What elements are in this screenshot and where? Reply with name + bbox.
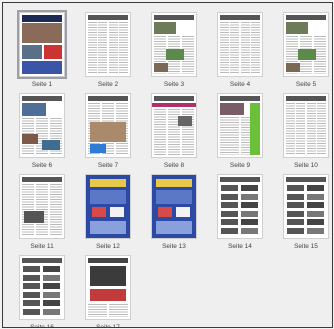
page-preview-image bbox=[284, 175, 328, 238]
page-preview-image bbox=[218, 13, 262, 76]
page-thumbnail[interactable]: Seite 11 bbox=[9, 175, 75, 256]
page-label: Seite 15 bbox=[294, 243, 318, 250]
page-label: Seite 11 bbox=[30, 243, 54, 250]
page-thumbnail[interactable]: Seite 4 bbox=[207, 13, 273, 94]
page-label: Seite 7 bbox=[97, 162, 119, 169]
page-label: Seite 9 bbox=[229, 162, 251, 169]
page-thumbnail[interactable]: Seite 16 bbox=[9, 256, 75, 328]
page-preview-image bbox=[152, 94, 196, 157]
page-thumbnail[interactable]: Seite 3 bbox=[141, 13, 207, 94]
page-label: Seite 10 bbox=[294, 162, 318, 169]
page-label: Seite 2 bbox=[97, 81, 119, 88]
page-preview-image bbox=[20, 175, 64, 238]
page-label: Seite 5 bbox=[295, 81, 317, 88]
page-thumbnail[interactable]: Seite 17 bbox=[75, 256, 141, 328]
page-thumbnail[interactable]: Seite 7 bbox=[75, 94, 141, 175]
page-thumbnail[interactable]: Seite 8 bbox=[141, 94, 207, 175]
page-thumbnail[interactable]: Seite 5 bbox=[273, 13, 332, 94]
page-thumbnail[interactable]: Seite 15 bbox=[273, 175, 332, 256]
page-label: Seite 3 bbox=[163, 81, 185, 88]
page-thumbnail[interactable]: Seite 12 bbox=[75, 175, 141, 256]
page-thumbnail[interactable]: Seite 13 bbox=[141, 175, 207, 256]
page-thumbnail-grid: Seite 1 Seite 2 Seite 3 Seite 4 Seite 5 Seite… bbox=[9, 10, 332, 328]
page-preview-image bbox=[86, 175, 130, 238]
page-thumbnail[interactable]: Seite 10 bbox=[273, 94, 332, 175]
page-label: Seite 17 bbox=[96, 324, 120, 328]
page-label: Seite 6 bbox=[31, 162, 53, 169]
page-label: Seite 14 bbox=[228, 243, 252, 250]
page-thumbnail[interactable]: Seite 9 bbox=[207, 94, 273, 175]
page-preview-image bbox=[20, 94, 64, 157]
page-label: Seite 1 bbox=[31, 81, 53, 88]
page-preview-image bbox=[20, 256, 64, 319]
page-thumbnail[interactable]: Seite 2 bbox=[75, 13, 141, 94]
page-thumbnail[interactable]: Seite 1 bbox=[9, 10, 75, 94]
page-preview-image bbox=[86, 13, 130, 76]
page-preview-image bbox=[17, 10, 67, 79]
page-label: Seite 8 bbox=[163, 162, 185, 169]
page-preview-image bbox=[86, 94, 130, 157]
page-thumbnail[interactable]: Seite 6 bbox=[9, 94, 75, 175]
page-preview-image bbox=[152, 175, 196, 238]
page-preview-image bbox=[152, 13, 196, 76]
page-thumbnail[interactable]: Seite 14 bbox=[207, 175, 273, 256]
page-preview-image bbox=[284, 13, 328, 76]
page-preview-image bbox=[284, 94, 328, 157]
page-label: Seite 4 bbox=[229, 81, 251, 88]
page-preview-image bbox=[86, 256, 130, 319]
page-label: Seite 13 bbox=[162, 243, 186, 250]
page-label: Seite 16 bbox=[30, 324, 54, 328]
page-label: Seite 12 bbox=[96, 243, 120, 250]
page-preview-image bbox=[218, 175, 262, 238]
page-thumbnail-panel: Seite 1 Seite 2 Seite 3 Seite 4 Seite 5 Seite… bbox=[2, 2, 333, 328]
page-preview-image bbox=[218, 94, 262, 157]
